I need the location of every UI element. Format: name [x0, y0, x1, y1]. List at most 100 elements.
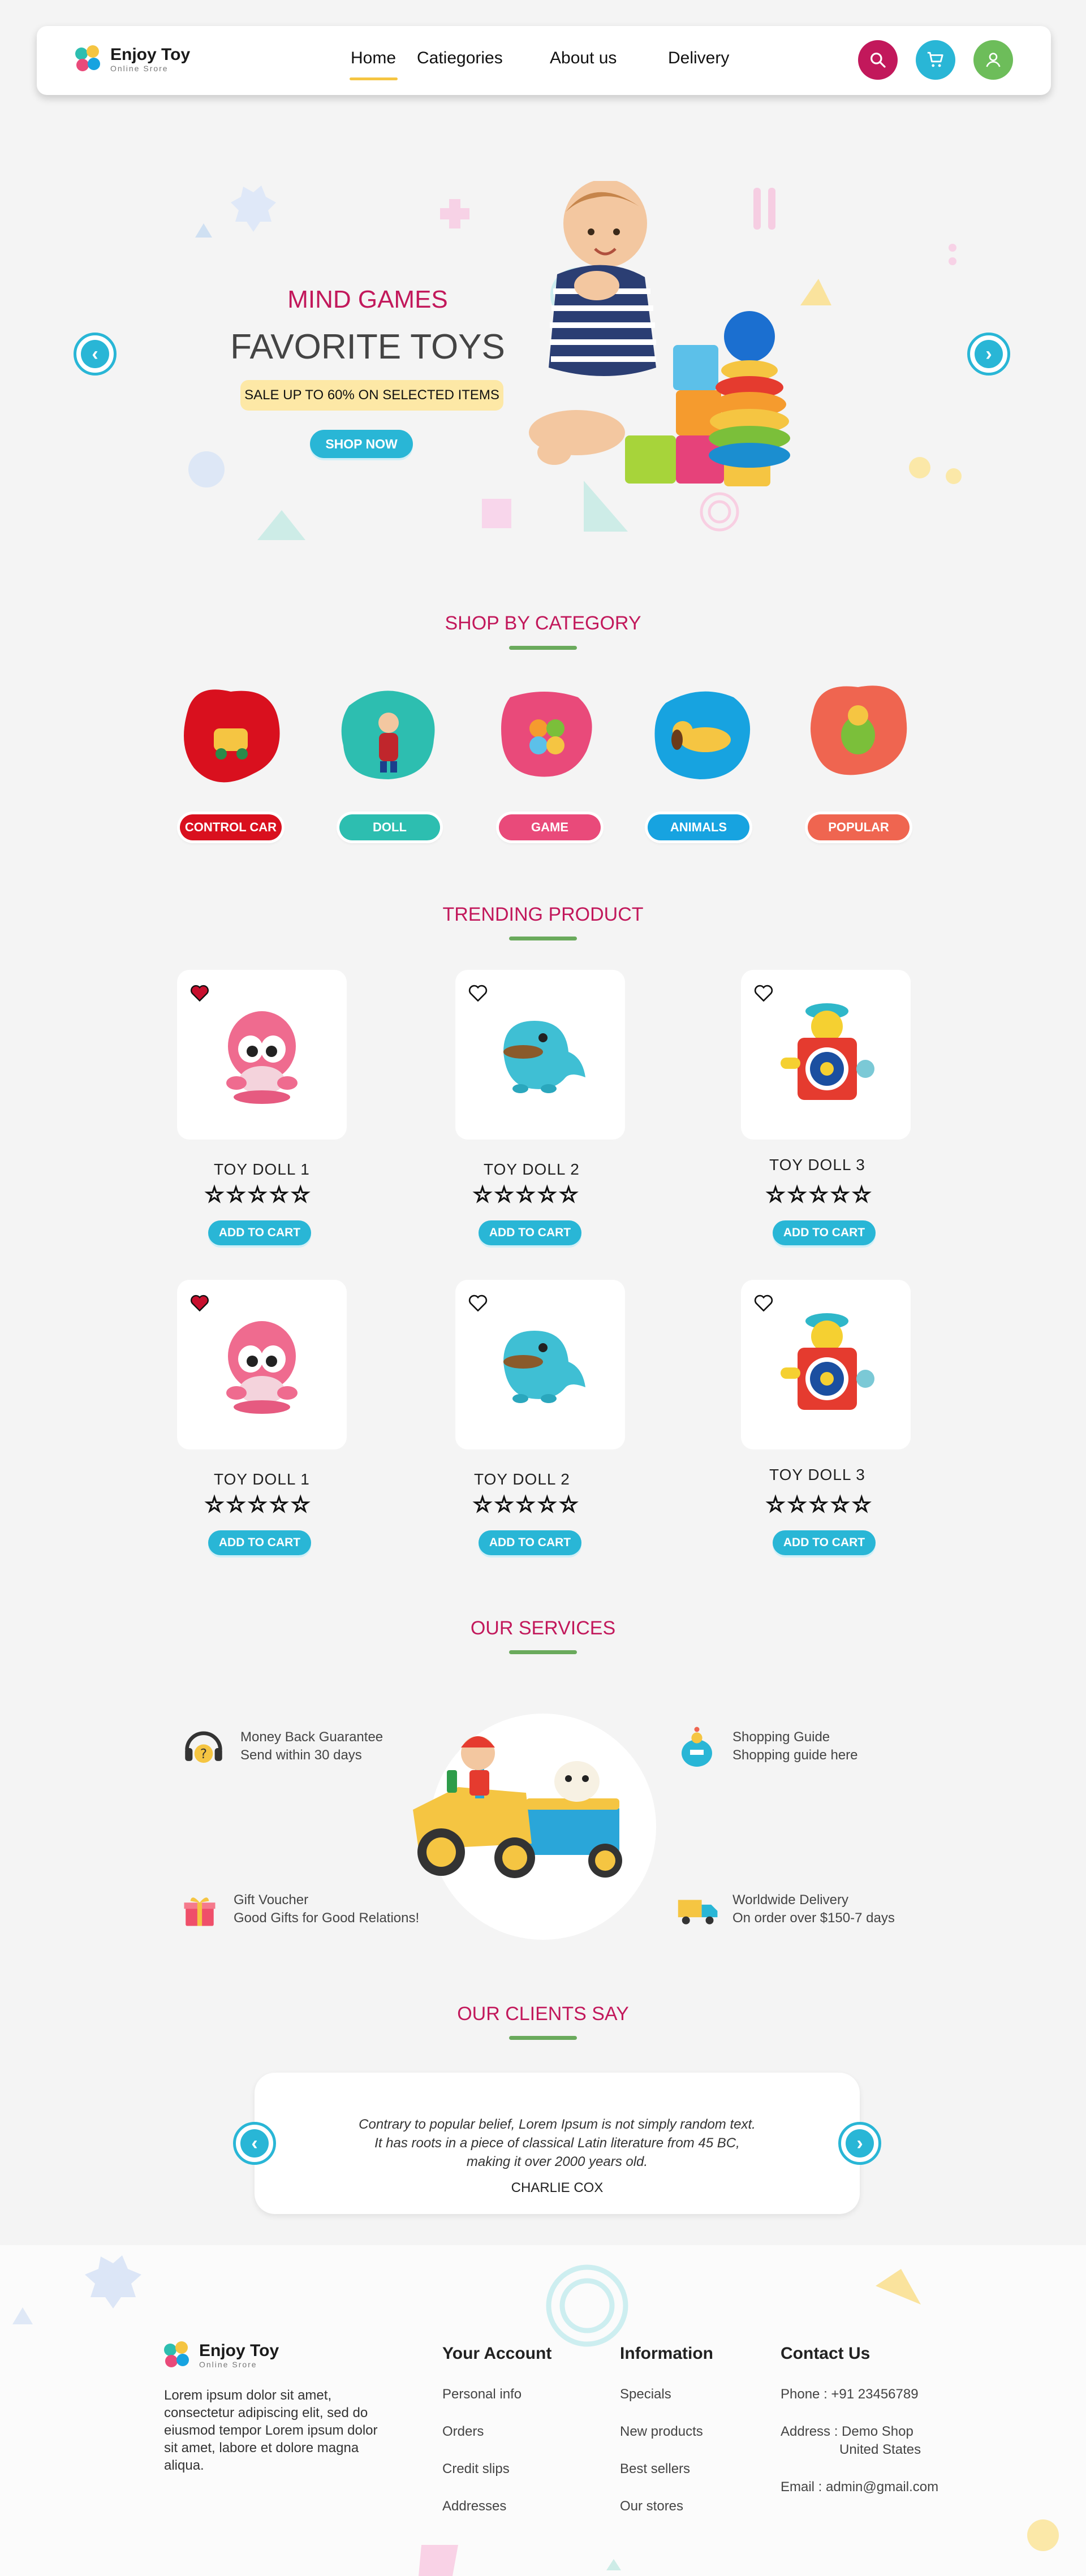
category-blob-animals — [654, 691, 751, 779]
product-name[interactable]: TOY DOLL 2 — [484, 1160, 580, 1179]
favorite-outline-heart-icon[interactable] — [753, 1293, 774, 1311]
footer-contact-phone[interactable]: Phone : +91 23456789 — [781, 2387, 919, 2402]
product-name[interactable]: TOY DOLL 3 — [769, 1156, 865, 1174]
footer-contact-address-country: United States — [839, 2442, 921, 2457]
category-blob-popular — [811, 685, 907, 775]
add-to-cart-button[interactable]: ADD TO CART — [773, 1530, 876, 1555]
footer-about-text: Lorem ipsum dolor sit amet, consectetur … — [164, 2387, 378, 2474]
nav-delivery[interactable]: Delivery — [668, 49, 729, 68]
hero-sale-badge: SALE UP TO 60% ON SELECTED ITEMS — [240, 380, 503, 411]
about-line: aliqua. — [164, 2458, 204, 2473]
chevron-right-icon: › — [846, 2129, 874, 2158]
footer-link-personal-info[interactable]: Personal info — [442, 2387, 522, 2402]
trending-title-underline — [509, 937, 577, 940]
service-delivery-desc: On order over $150-7 days — [732, 1910, 895, 1926]
favorite-filled-heart-icon[interactable] — [189, 1293, 210, 1311]
blue-dinosaur-toy-image — [503, 1021, 585, 1093]
product-rating-stars[interactable]: ☆☆☆☆☆ — [765, 1182, 873, 1207]
favorite-outline-heart-icon[interactable] — [753, 983, 774, 1002]
shop-now-button[interactable]: SHOP NOW — [310, 430, 413, 458]
pink-octopus-doll-image — [226, 1011, 298, 1104]
product-rating-stars[interactable]: ☆☆☆☆☆ — [765, 1492, 873, 1517]
blue-dinosaur-toy-image — [503, 1331, 585, 1403]
product-rating-stars[interactable]: ☆☆☆☆☆ — [472, 1182, 580, 1207]
search-button[interactable] — [858, 40, 898, 80]
favorite-outline-heart-icon[interactable] — [468, 983, 488, 1002]
favorite-outline-heart-icon[interactable] — [468, 1293, 488, 1311]
hero-title: FAVORITE TOYS — [230, 327, 505, 366]
add-to-cart-button[interactable]: ADD TO CART — [479, 1220, 581, 1245]
product-card-6[interactable] — [741, 1280, 911, 1449]
nav-active-indicator — [350, 77, 398, 80]
footer-link-new-products[interactable]: New products — [620, 2424, 703, 2440]
delivery-truck-icon — [678, 1900, 718, 1925]
chevron-left-icon: ‹ — [240, 2129, 269, 2158]
testimonial-author: CHARLIE COX — [511, 2180, 604, 2195]
product-name[interactable]: TOY DOLL 1 — [214, 1470, 310, 1488]
product-card-2[interactable] — [455, 970, 625, 1140]
add-to-cart-button[interactable]: ADD TO CART — [773, 1220, 876, 1245]
product-rating-stars[interactable]: ☆☆☆☆☆ — [204, 1182, 312, 1207]
nav-about-us[interactable]: About us — [550, 49, 617, 68]
product-card-4[interactable] — [177, 1280, 347, 1449]
footer-contact-email[interactable]: Email : admin@gmail.com — [781, 2479, 938, 2495]
footer-account-title: Your Account — [442, 2344, 552, 2363]
activity-cube-toy-image — [781, 1313, 874, 1410]
product-card-1[interactable] — [177, 970, 347, 1140]
product-card-5[interactable] — [455, 1280, 625, 1449]
logo-mark-icon — [75, 45, 104, 74]
add-to-cart-button[interactable]: ADD TO CART — [208, 1220, 311, 1245]
trending-section-title: TRENDING PRODUCT — [442, 904, 644, 925]
service-shopping-guide-title: Shopping Guide — [732, 1729, 830, 1745]
add-to-cart-button[interactable]: ADD TO CART — [208, 1530, 311, 1555]
chevron-left-icon: ‹ — [81, 340, 109, 368]
footer-link-best-sellers[interactable]: Best sellers — [620, 2461, 690, 2477]
hero-subtitle: MIND GAMES — [287, 286, 448, 313]
brand-tagline: Online Srore — [199, 2360, 257, 2369]
add-to-cart-button[interactable]: ADD TO CART — [479, 1530, 581, 1555]
footer-decorations — [12, 2255, 1059, 2576]
category-popular-button[interactable]: POPULAR — [808, 814, 910, 840]
category-animals-button[interactable]: ANIMALS — [648, 814, 749, 840]
service-gift-voucher-desc: Good Gifts for Good Relations! — [234, 1910, 420, 1926]
service-delivery-title: Worldwide Delivery — [732, 1892, 848, 1908]
footer-brand-logo[interactable]: Enjoy Toy Online Srore — [164, 2341, 279, 2370]
category-control-car-button[interactable]: CONTROL CAR — [180, 814, 282, 840]
hero-next-arrow[interactable]: › — [967, 333, 1010, 376]
footer-link-credit-slips[interactable]: Credit slips — [442, 2461, 510, 2477]
category-title-underline — [509, 646, 577, 650]
product-name[interactable]: TOY DOLL 2 — [474, 1470, 570, 1488]
category-doll-button[interactable]: DOLL — [339, 814, 440, 840]
product-rating-stars[interactable]: ☆☆☆☆☆ — [204, 1492, 312, 1517]
footer-link-our-stores[interactable]: Our stores — [620, 2499, 683, 2514]
hero-prev-arrow[interactable]: ‹ — [74, 333, 117, 376]
favorite-filled-heart-icon[interactable] — [189, 983, 210, 1002]
services-section-title: OUR SERVICES — [470, 1617, 616, 1639]
brand-logo[interactable]: Enjoy Toy Online Srore — [75, 45, 190, 74]
footer-contact-address: Address : Demo Shop — [781, 2424, 913, 2439]
product-card-3[interactable] — [741, 970, 911, 1140]
category-game-button[interactable]: GAME — [499, 814, 601, 840]
footer-link-addresses[interactable]: Addresses — [442, 2499, 506, 2514]
account-button[interactable] — [973, 40, 1013, 80]
clients-title-underline — [509, 2036, 577, 2040]
product-name[interactable]: TOY DOLL 1 — [214, 1160, 310, 1179]
services-title-underline — [509, 1650, 577, 1654]
about-line: eiusmod tempor Lorem ipsum dolor — [164, 2423, 378, 2438]
clients-section-title: OUR CLIENTS SAY — [457, 2003, 629, 2025]
footer-link-orders[interactable]: Orders — [442, 2424, 484, 2440]
service-gift-voucher-title: Gift Voucher — [234, 1892, 309, 1908]
cart-button[interactable] — [916, 40, 955, 80]
product-name[interactable]: TOY DOLL 3 — [769, 1466, 865, 1484]
footer-link-specials[interactable]: Specials — [620, 2387, 671, 2402]
nav-home[interactable]: Home — [351, 49, 396, 68]
about-line: Lorem ipsum dolor sit amet, — [164, 2388, 332, 2403]
nav-categories[interactable]: Catiegories — [417, 49, 503, 68]
brand-tagline: Online Srore — [110, 64, 169, 73]
testimonial-prev-arrow[interactable]: ‹ — [233, 2122, 276, 2165]
activity-cube-toy-image — [781, 1003, 874, 1100]
testimonial-next-arrow[interactable]: › — [838, 2122, 881, 2165]
category-blob-control-car — [184, 689, 280, 783]
testimonial-quote: Contrary to popular belief, Lorem Ipsum … — [255, 2115, 860, 2171]
product-rating-stars[interactable]: ☆☆☆☆☆ — [472, 1492, 580, 1517]
